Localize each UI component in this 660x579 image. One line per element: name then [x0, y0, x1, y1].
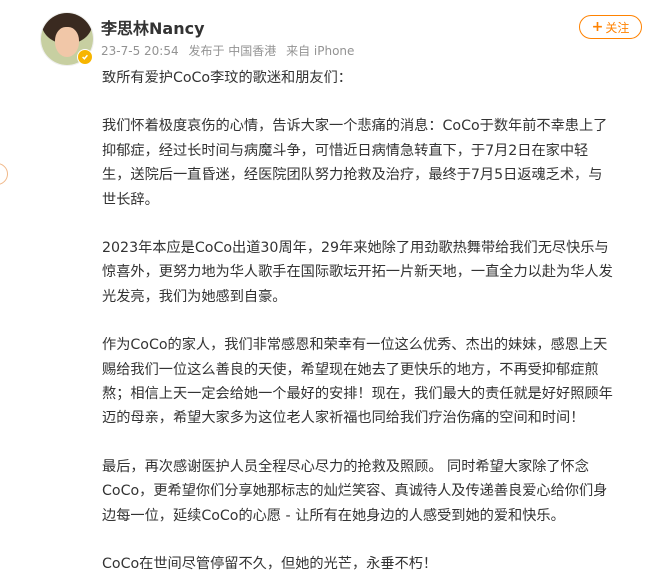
verified-badge-icon — [77, 49, 93, 65]
post-paragraph: CoCo在世间尽管停留不久，但她的光芒，永垂不朽！ — [102, 556, 438, 573]
post-content: 致所有爱护CoCo李玟的歌迷和朋友们： 我们怀着极度哀伤的心情，告诉大家一个悲痛… — [102, 63, 647, 577]
post-paragraph: 我们怀着极度哀伤的心情，告诉大家一个悲痛的消息：CoCo于数年前不幸患上了 抑郁… — [102, 118, 608, 208]
follow-button[interactable]: + 关注 — [579, 15, 642, 39]
avatar-face — [55, 27, 79, 57]
username[interactable]: 李思林Nancy — [101, 15, 205, 39]
post-date[interactable]: 23-7-5 20:54 — [101, 44, 179, 58]
post-meta: 23-7-5 20:54 发布于 中国香港 来自 iPhone — [101, 42, 360, 59]
post-paragraph: 最后，再次感谢医护人员全程尽心尽力的抢救及照顾。 同时希望大家除了怀念 CoCo… — [102, 458, 608, 524]
post-paragraph: 作为CoCo的家人，我们非常感恩和荣幸有一位这么优秀、杰出的妹妹，感恩上天 赐给… — [102, 337, 613, 427]
plus-icon: + — [591, 19, 604, 35]
checkmark-icon — [82, 54, 88, 60]
post-location: 发布于 中国香港 — [188, 44, 277, 58]
follow-label: 关注 — [605, 20, 630, 35]
post-paragraph: 2023年本应是CoCo出道30周年，29年来她除了用劲歌热舞带给我们无尽快乐与… — [102, 240, 613, 305]
side-nav-button[interactable] — [0, 163, 8, 185]
post-paragraph-greeting: 致所有爱护CoCo李玟的歌迷和朋友们： — [102, 70, 352, 86]
post-source: 来自 iPhone — [286, 44, 355, 58]
